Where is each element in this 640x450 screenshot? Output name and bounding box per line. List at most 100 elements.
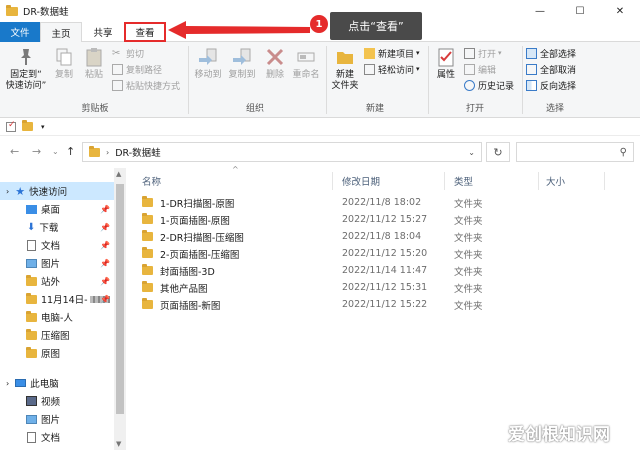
nav-this-pc[interactable]: › 此电脑 [0,374,114,392]
pin-icon [21,49,31,65]
select-none-icon [526,63,537,75]
chevron-down-icon[interactable]: ⌄ [468,148,475,157]
nav-quick-access[interactable]: › ★ 快速访问 [0,182,114,200]
up-arrow-icon[interactable]: ↑ [66,145,75,158]
navigation-pane: › ★ 快速访问 桌面 📌 ⬇ 下载 📌 文档 📌 图片 📌 站外 📌 11月1… [0,168,126,450]
tab-share[interactable]: 共享 [84,22,122,42]
file-date: 2022/11/12 15:20 [342,248,428,259]
file-type: 文件夹 [454,266,483,278]
select-all-button[interactable]: 全部选择 [526,46,576,60]
table-row[interactable]: 页面插图-新图 2022/11/12 15:22 文件夹 [142,296,492,313]
table-row[interactable]: 1-DR扫描图-原图 2022/11/8 18:02 文件夹 [142,194,492,211]
dropdown-arrow-icon: ▾ [498,49,502,57]
nav-item-pictures[interactable]: 图片 📌 [0,254,114,272]
copy-button[interactable]: 复制 [50,46,78,81]
qat-dropdown-icon[interactable]: ▾ [41,123,45,131]
easy-access-icon [364,63,375,75]
delete-label: 删除 [265,70,284,80]
nav-item-folder[interactable]: 压缩图 [0,326,114,344]
edit-button[interactable]: 编辑 [464,62,496,76]
scroll-down-icon[interactable]: ▼ [116,440,121,448]
tab-home[interactable]: 主页 [40,22,82,42]
pin-quick-access-button[interactable]: 固定到“ 快速访问” [4,46,48,92]
ribbon-divider [428,46,429,114]
nav-item-pc-pictures[interactable]: 图片 [0,410,114,428]
nav-item-documents[interactable]: 文档 📌 [0,236,114,254]
column-divider[interactable] [604,172,605,190]
table-row[interactable]: 封面插图-3D 2022/11/14 11:47 文件夹 [142,262,492,279]
nav-item-folder[interactable]: 原图 [0,344,114,362]
column-header-name[interactable]: 名称 [142,172,161,190]
close-button[interactable]: ✕ [600,0,640,22]
group-label-open: 打开 [465,104,484,114]
nav-item-folder[interactable]: 站外 📌 [0,272,114,290]
table-row[interactable]: 2-DR扫描图-压缩图 2022/11/8 18:04 文件夹 [142,228,492,245]
tab-view[interactable]: 查看 [124,22,166,42]
minimize-button[interactable]: — [520,0,560,22]
tab-file[interactable]: 文件 [0,22,40,42]
cut-button[interactable]: ✂ 剪切 [112,46,144,60]
column-divider[interactable] [538,172,539,190]
checkbox-icon[interactable]: ✓ [6,120,16,132]
pin-icon: 📌 [100,294,110,304]
pin-icon: 📌 [100,258,110,268]
refresh-button[interactable]: ↻ [486,142,510,162]
back-arrow-icon[interactable]: ← [10,145,19,158]
table-row[interactable]: 1-页面插图-原图 2022/11/12 15:27 文件夹 [142,211,492,228]
new-folder-button[interactable]: 新建 文件夹 [328,46,362,92]
nav-item-downloads[interactable]: ⬇ 下载 📌 [0,218,114,236]
ribbon: 固定到“ 快速访问” 复制 粘贴 ✂ 剪切 复制路径 粘贴快捷方式 剪贴板 移动到… [0,42,640,118]
forward-arrow-icon[interactable]: → [32,145,41,158]
scroll-up-icon[interactable]: ▲ [116,170,121,178]
folder-icon [89,145,100,157]
file-list: ^ 名称 修改日期 类型 大小 1-DR扫描图-原图 2022/11/8 18:… [126,165,640,450]
paste-label: 粘贴 [84,70,103,80]
open-button[interactable]: 打开 ▾ [464,46,502,60]
nav-item-folder[interactable]: 电脑-人 [0,308,114,326]
invert-selection-icon [526,79,537,91]
sort-up-icon: ^ [232,165,239,174]
nav-item-desktop[interactable]: 桌面 📌 [0,200,114,218]
rename-button[interactable]: 重命名 [290,46,322,81]
nav-item-pc-documents[interactable]: 文档 [0,428,114,446]
move-to-button[interactable]: 移动到 [192,46,224,81]
new-item-button[interactable]: 新建项目 ▾ [364,46,420,60]
chevron-right-icon[interactable]: › [106,148,109,157]
scrollbar-thumb[interactable] [116,184,124,414]
table-row[interactable]: 其他产品图 2022/11/12 15:31 文件夹 [142,279,492,296]
invert-selection-button[interactable]: 反向选择 [526,78,576,92]
address-box[interactable]: › DR-数据蛙 ⌄ [82,142,482,162]
pin-icon: 📌 [100,222,110,232]
nav-item-videos[interactable]: 视频 [0,392,114,410]
select-none-button[interactable]: 全部取消 [526,62,576,76]
column-header-date[interactable]: 修改日期 [342,172,380,190]
table-row[interactable]: 2-页面插图-压缩图 2022/11/12 15:20 文件夹 [142,245,492,262]
search-input[interactable]: ⚲ [516,142,634,162]
nav-scrollbar[interactable]: ▲ ▼ [114,168,126,450]
file-name: 2-DR扫描图-压缩图 [160,232,244,244]
easy-access-button[interactable]: 轻松访问 ▾ [364,62,420,76]
file-name: 页面插图-新图 [160,300,221,312]
expand-chevron-icon[interactable]: › [6,187,9,196]
computer-icon [15,379,27,387]
folder-icon [142,281,153,292]
column-divider[interactable] [332,172,333,190]
folder-icon [26,274,37,286]
column-header-type[interactable]: 类型 [454,172,473,190]
folder-icon[interactable] [22,120,33,131]
copy-to-button[interactable]: 复制到 [226,46,258,81]
document-icon [27,431,36,443]
delete-button[interactable]: 删除 [262,46,288,81]
expand-chevron-icon[interactable]: › [6,379,9,388]
nav-item-folder[interactable]: 11月14日- 📌 [0,290,114,308]
paste-button[interactable]: 粘贴 [80,46,108,81]
history-button[interactable]: 历史记录 [464,78,514,92]
recent-dropdown-icon[interactable]: ⌄ [52,147,59,156]
column-header-size[interactable]: 大小 [546,172,565,190]
copy-path-button[interactable]: 复制路径 [112,62,162,76]
properties-button[interactable]: 属性 [432,46,460,81]
paste-icon [86,48,102,67]
column-divider[interactable] [444,172,445,190]
maximize-button[interactable]: ☐ [560,0,600,22]
paste-shortcut-button[interactable]: 粘贴快捷方式 [112,78,180,92]
